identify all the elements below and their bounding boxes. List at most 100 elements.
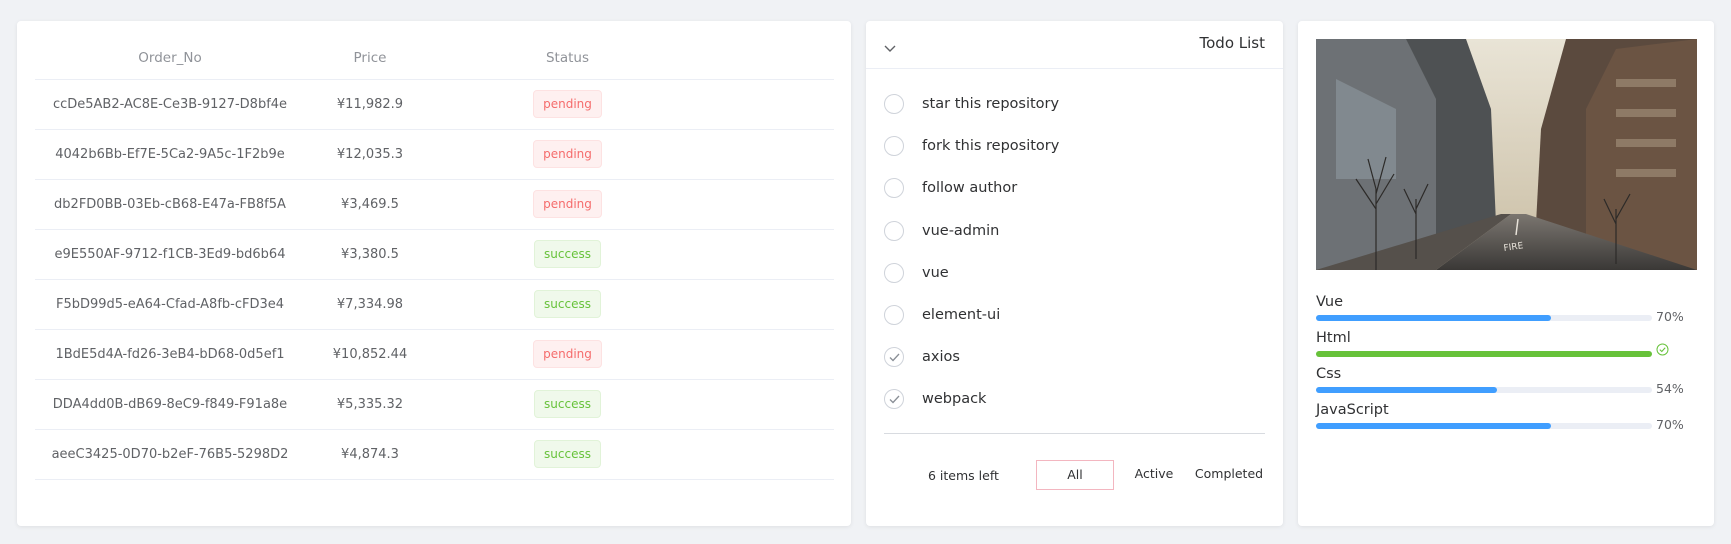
checked-checkbox-icon[interactable] (884, 389, 904, 410)
todo-item-label: follow author (922, 180, 1018, 197)
todo-item[interactable]: follow author (884, 167, 1264, 209)
todo-item-label: fork this repository (922, 138, 1060, 155)
todo-item-label: element-ui (922, 307, 1001, 324)
progress-fill (1316, 351, 1652, 357)
table-row: F5bD99d5-eA64-Cfad-A8fb-cFD3e4 ¥7,334.98 s… (35, 279, 834, 330)
status-cell: success (435, 429, 700, 480)
chevron-down-icon[interactable] (884, 38, 896, 57)
empty-cell (700, 179, 834, 230)
skill-progress-row: Css 54% (1316, 366, 1697, 396)
column-header-status: Status (435, 37, 700, 80)
todo-card: Todo List star this repository fork this … (866, 21, 1283, 526)
divider (884, 433, 1265, 434)
table-row: db2FD0BB-03Eb-cB68-E47a-FB8f5A ¥3,469.5 pe… (35, 179, 834, 230)
unchecked-checkbox-icon[interactable] (884, 178, 904, 199)
todo-item-label: axios (922, 349, 960, 366)
city-street-photo: FIRE (1316, 39, 1697, 270)
progress-percent: 70% (1656, 309, 1684, 324)
empty-cell (700, 279, 834, 330)
filter-all-button[interactable]: All (1036, 460, 1114, 490)
empty-cell (700, 429, 834, 480)
todo-item-label: vue (922, 264, 949, 281)
table-row: 1BdE5d4A-fd26-3eB4-bD68-0d5ef1 ¥10,852.44… (35, 329, 834, 380)
items-left-count: 6 items left (928, 468, 999, 483)
empty-cell (700, 229, 834, 280)
price-cell: ¥7,334.98 (305, 279, 435, 330)
order-no-cell: 1BdE5d4A-fd26-3eB4-bD68-0d5ef1 (35, 329, 305, 380)
price-cell: ¥5,335.32 (305, 379, 435, 430)
todo-item[interactable]: vue-admin (884, 210, 1264, 252)
status-cell: pending (435, 179, 700, 230)
order-no-cell: F5bD99d5-eA64-Cfad-A8fb-cFD3e4 (35, 279, 305, 330)
unchecked-checkbox-icon[interactable] (884, 94, 904, 115)
todo-item[interactable]: fork this repository (884, 125, 1264, 167)
filter-active-button[interactable]: Active (1124, 460, 1184, 490)
todo-header: Todo List (866, 21, 1283, 69)
price-cell: ¥3,380.5 (305, 229, 435, 280)
order-no-cell: 4042b6Bb-Ef7E-5Ca2-9A5c-1F2b9e (35, 129, 305, 180)
progress-percent: 70% (1656, 417, 1684, 432)
order-no-cell: ccDe5AB2-AC8E-Ce3B-9127-D8bf4e (35, 79, 305, 130)
skill-progress-row: Html (1316, 330, 1697, 357)
progress-track (1316, 423, 1652, 429)
status-badge: success (534, 390, 601, 418)
status-cell: pending (435, 129, 700, 180)
column-header-empty (700, 37, 834, 80)
status-badge: success (534, 290, 601, 318)
status-badge: success (534, 240, 601, 268)
skill-progress-row: JavaScript 70% (1316, 402, 1697, 432)
order-no-cell: e9E550AF-9712-f1CB-3Ed9-bd6b64 (35, 229, 305, 280)
status-badge: pending (533, 340, 602, 368)
table-row: aeeC3425-0D70-b2eF-76B5-5298D2 ¥4,874.3 su… (35, 429, 834, 480)
price-cell: ¥12,035.3 (305, 129, 435, 180)
status-badge: pending (533, 140, 602, 168)
empty-cell (700, 329, 834, 380)
skill-name: Html (1316, 330, 1351, 346)
order-no-cell: DDA4dd0B-dB69-8eC9-f849-F91a8e (35, 379, 305, 430)
orders-table: Order_No Price Status ccDe5AB2-AC8E-Ce3B… (35, 37, 834, 480)
todo-item-label: webpack (922, 391, 987, 408)
todo-item-label: star this repository (922, 96, 1060, 113)
todo-item[interactable]: webpack (884, 378, 1264, 420)
progress-fill (1316, 387, 1498, 393)
filter-completed-button[interactable]: Completed (1192, 460, 1266, 490)
table-row: DDA4dd0B-dB69-8eC9-f849-F91a8e ¥5,335.32 s… (35, 379, 834, 430)
unchecked-checkbox-icon[interactable] (884, 305, 904, 326)
todo-item[interactable]: vue (884, 252, 1264, 294)
table-header-row: Order_No Price Status (35, 37, 834, 80)
todo-item[interactable]: star this repository (884, 83, 1264, 125)
order-no-cell: aeeC3425-0D70-b2eF-76B5-5298D2 (35, 429, 305, 480)
skill-progress-row: Vue 70% (1316, 294, 1697, 324)
empty-cell (700, 129, 834, 180)
todo-list: star this repository fork this repository… (884, 83, 1264, 421)
price-cell: ¥10,852.44 (305, 329, 435, 380)
column-header-order-no: Order_No (35, 37, 305, 80)
progress-percent: 54% (1656, 381, 1684, 396)
status-badge: pending (533, 190, 602, 218)
success-check-icon (1656, 343, 1669, 359)
unchecked-checkbox-icon[interactable] (884, 136, 904, 157)
column-header-price: Price (305, 37, 435, 80)
progress-fill (1316, 423, 1552, 429)
status-badge: pending (533, 90, 602, 118)
orders-card: Order_No Price Status ccDe5AB2-AC8E-Ce3B… (17, 21, 851, 526)
status-cell: success (435, 379, 700, 430)
price-cell: ¥4,874.3 (305, 429, 435, 480)
skills-card: FIRE Vue 70% Html Css 54% JavaScript 70% (1298, 21, 1714, 526)
progress-track (1316, 315, 1652, 321)
progress-track (1316, 351, 1652, 357)
todo-item[interactable]: axios (884, 336, 1264, 378)
status-cell: success (435, 229, 700, 280)
todo-title: Todo List (1199, 34, 1265, 52)
todo-footer: 6 items left All Active Completed (866, 457, 1283, 497)
price-cell: ¥11,982.9 (305, 79, 435, 130)
table-row: ccDe5AB2-AC8E-Ce3B-9127-D8bf4e ¥11,982.9 p… (35, 79, 834, 130)
empty-cell (700, 79, 834, 130)
todo-item[interactable]: element-ui (884, 294, 1264, 336)
checked-checkbox-icon[interactable] (884, 347, 904, 368)
status-cell: pending (435, 79, 700, 130)
status-badge: success (534, 440, 601, 468)
unchecked-checkbox-icon[interactable] (884, 220, 904, 241)
unchecked-checkbox-icon[interactable] (884, 262, 904, 283)
skill-name: Css (1316, 366, 1342, 382)
